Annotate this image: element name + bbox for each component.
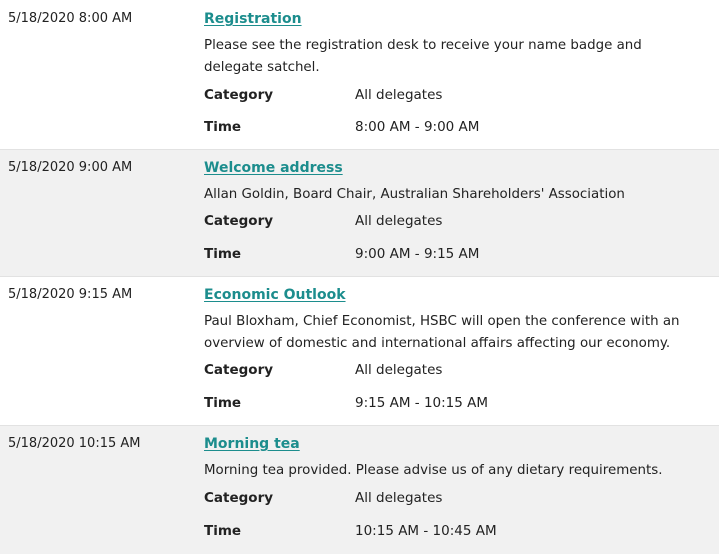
session-description: Paul Bloxham, Chief Economist, HSBC will… xyxy=(204,314,680,351)
session-description: Morning tea provided. Please advise us o… xyxy=(204,463,663,478)
category-value: All delegates xyxy=(355,87,443,103)
session-title-link[interactable]: Registration xyxy=(204,11,302,27)
session-description: Allan Goldin, Board Chair, Australian Sh… xyxy=(204,187,625,202)
category-label: Category xyxy=(204,87,274,103)
session-datetime: 5/18/2020 9:15 AM xyxy=(8,287,133,302)
time-label: Time xyxy=(204,523,242,539)
session-title-link[interactable]: Morning tea xyxy=(204,436,300,452)
time-label: Time xyxy=(204,395,242,411)
agenda-list: 5/18/2020 8:00 AM Registration Please se… xyxy=(0,0,720,554)
time-label: Time xyxy=(204,119,242,135)
session-datetime: 5/18/2020 10:15 AM xyxy=(8,436,141,451)
time-value: 8:00 AM - 9:00 AM xyxy=(355,119,480,135)
agenda-row: 5/18/2020 8:00 AM Registration Please se… xyxy=(0,0,719,150)
time-value: 10:15 AM - 10:45 AM xyxy=(355,523,497,539)
category-label: Category xyxy=(204,362,274,378)
session-title-link[interactable]: Welcome address xyxy=(204,160,343,176)
time-value: 9:00 AM - 9:15 AM xyxy=(355,246,480,262)
session-description: Please see the registration desk to rece… xyxy=(204,38,642,75)
category-value: All delegates xyxy=(355,213,443,229)
session-title-link[interactable]: Economic Outlook xyxy=(204,287,346,303)
category-value: All delegates xyxy=(355,362,443,378)
session-datetime: 5/18/2020 9:00 AM xyxy=(8,160,133,175)
agenda-row: 5/18/2020 9:00 AM Welcome address Allan … xyxy=(0,150,719,277)
category-label: Category xyxy=(204,490,274,506)
agenda-row: 5/18/2020 10:15 AM Morning tea Morning t… xyxy=(0,426,719,554)
session-datetime: 5/18/2020 8:00 AM xyxy=(8,11,133,26)
agenda-row: 5/18/2020 9:15 AM Economic Outlook Paul … xyxy=(0,277,719,426)
time-value: 9:15 AM - 10:15 AM xyxy=(355,395,489,411)
category-label: Category xyxy=(204,213,274,229)
category-value: All delegates xyxy=(355,490,443,506)
time-label: Time xyxy=(204,246,242,262)
